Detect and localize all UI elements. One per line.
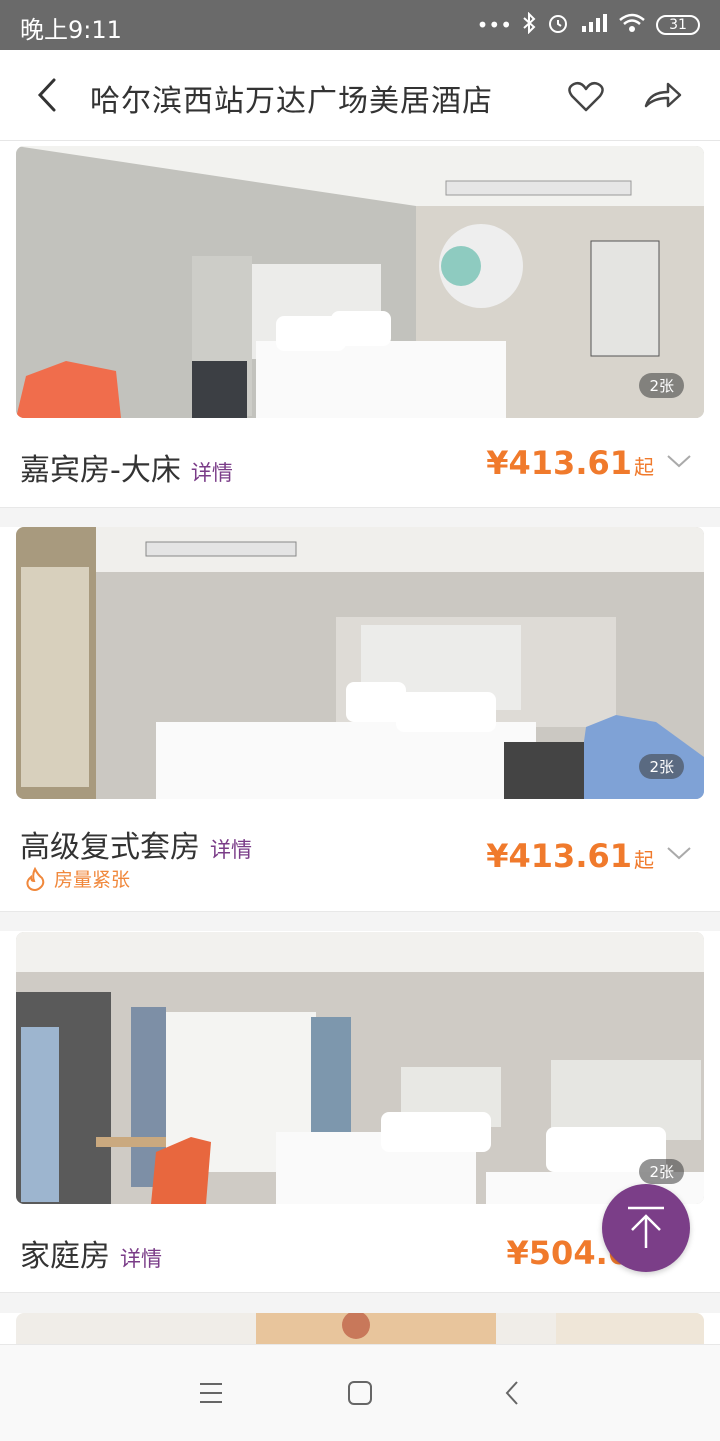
photo-count-badge: 2张 [639,373,684,398]
room-title: 家庭房 详情 [20,1231,162,1275]
room-photo[interactable]: 2张 [16,527,704,799]
price-from-label: 起 [634,455,654,479]
price-from-label: 起 [634,848,654,872]
status-time: 晚上9:11 [20,16,122,44]
chevron-down-icon[interactable] [666,453,692,469]
room-image [16,1313,704,1344]
chevron-down-icon[interactable] [666,845,692,861]
section-divider [0,1292,720,1313]
more-dots-icon: ••• [476,13,512,37]
room-detail-link[interactable]: 详情 [191,461,233,485]
room-availability-tag: 房量紧张 [24,865,130,892]
section-divider [0,507,720,528]
photo-count-badge: 2张 [639,754,684,779]
room-photo[interactable]: 2张 [16,932,704,1204]
heart-icon [568,81,604,112]
room-detail-link[interactable]: 详情 [210,838,252,862]
menu-icon[interactable] [198,1381,224,1405]
back-icon [37,78,56,112]
room-card[interactable]: 2张 高级复式套房 详情 房量紧张 ¥413.61 起 [0,527,720,911]
page-title: 哈尔滨西站万达广场美居酒店 [90,84,493,119]
price-value: ¥413.61 [486,444,632,482]
room-name: 嘉宾房-大床 [20,453,181,488]
photo-count-badge: 2张 [639,1159,684,1184]
room-name: 家庭房 [20,1239,110,1274]
battery-icon: 31 [656,15,700,35]
room-photo[interactable] [16,1313,704,1344]
status-bar: 晚上9:11 ••• 31 [0,0,720,50]
room-price: ¥413.61 起 [486,444,654,482]
scroll-to-top-button[interactable] [602,1184,690,1272]
room-title: 高级复式套房 详情 [20,822,252,866]
nav-back-icon[interactable] [502,1379,522,1407]
room-name: 高级复式套房 [20,830,200,865]
wifi-icon [618,12,646,38]
price-value: ¥413.61 [486,837,632,875]
home-icon[interactable] [347,1380,373,1406]
signal-icon [580,12,608,38]
section-divider [0,911,720,932]
room-price: ¥413.61 起 [486,837,654,875]
alarm-icon [546,11,570,39]
arrow-up-icon [628,1206,664,1248]
status-icons: ••• 31 [477,10,700,40]
room-title: 嘉宾房-大床 详情 [20,445,233,489]
room-image [16,527,704,799]
system-navigation-bar [0,1344,720,1441]
share-button[interactable] [638,76,686,116]
room-card[interactable]: 2张 嘉宾房-大床 详情 ¥413.61 起 [0,141,720,507]
favorite-button[interactable] [562,76,610,116]
fire-icon [26,866,45,891]
back-button[interactable] [24,70,72,120]
share-icon [644,82,682,108]
room-detail-link[interactable]: 详情 [120,1247,162,1271]
app-header: 哈尔滨西站万达广场美居酒店 [0,50,720,141]
room-image [16,932,704,1204]
bluetooth-icon [522,11,536,38]
availability-text: 房量紧张 [54,869,131,891]
room-image [16,146,704,418]
room-photo[interactable]: 2张 [16,146,704,418]
